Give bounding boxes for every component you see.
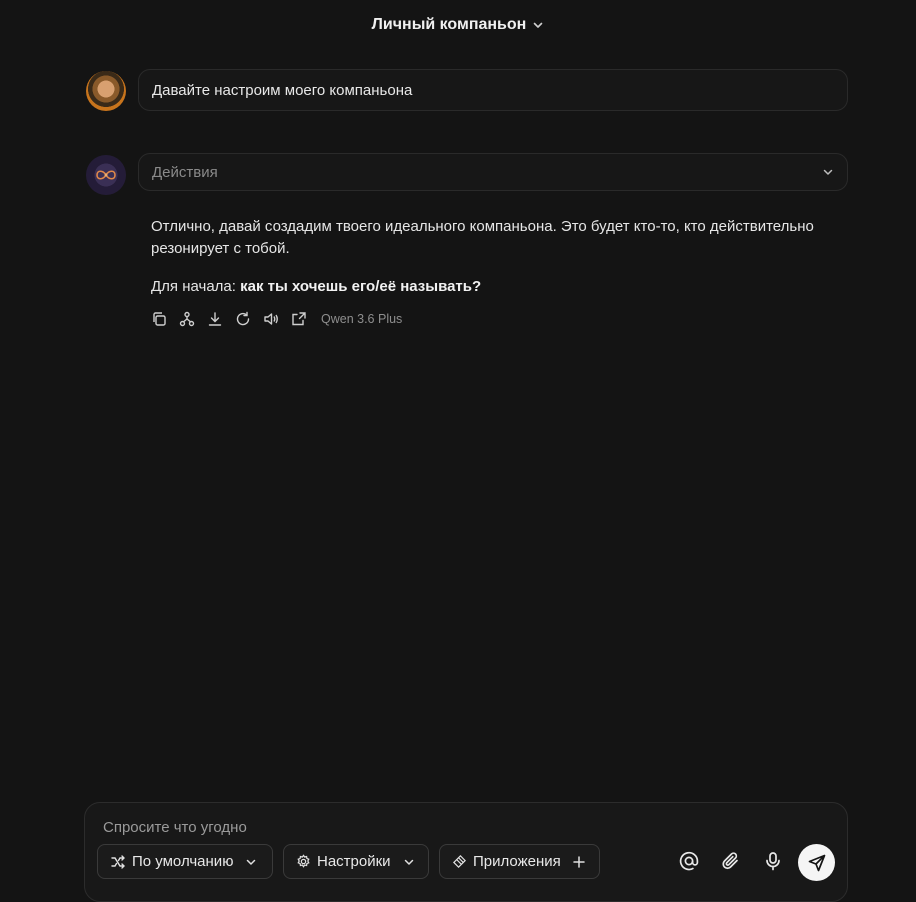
chevron-down-icon [247, 859, 256, 865]
chevron-down-icon [823, 169, 833, 175]
user-avatar [86, 71, 126, 111]
attach-button[interactable] [717, 847, 745, 875]
settings-dropdown[interactable]: Настройки [283, 844, 429, 879]
share-branch-icon [179, 311, 195, 327]
download-icon [208, 312, 222, 326]
assistant-logo-icon [96, 170, 116, 180]
chevron-down-icon [534, 22, 543, 28]
speaker-icon [264, 313, 278, 325]
branch-button[interactable] [179, 309, 195, 329]
user-message-bubble: Давайте настроим моего компаньона [138, 69, 848, 111]
assistant-paragraph-prefix: Для начала: [151, 278, 241, 295]
plus-icon [573, 855, 585, 868]
mode-dropdown[interactable]: По умолчанию [97, 844, 273, 879]
actions-label: Действия [152, 163, 218, 181]
copy-button[interactable] [151, 309, 167, 329]
actions-dropdown[interactable]: Действия [138, 153, 848, 191]
user-message-text: Давайте настроим моего компаньона [152, 81, 413, 99]
download-button[interactable] [207, 309, 223, 329]
regenerate-icon [236, 311, 250, 326]
message-toolbar: Qwen 3.6 Plus [151, 309, 402, 329]
mention-button[interactable] [675, 847, 703, 875]
model-label: Qwen 3.6 Plus [321, 312, 403, 326]
gear-icon [297, 854, 310, 868]
send-button[interactable] [798, 844, 835, 881]
voice-input-button[interactable] [759, 847, 787, 875]
export-icon [292, 312, 306, 326]
chevron-down-icon [404, 859, 413, 865]
conversation-title: Личный компаньон [371, 16, 527, 33]
mode-label: По умолчанию [132, 853, 234, 870]
share-button[interactable] [291, 309, 307, 329]
conversation-title-dropdown[interactable]: Личный компаньон [0, 0, 916, 50]
apps-icon [453, 855, 466, 868]
copy-icon [153, 312, 166, 326]
paperclip-icon [722, 852, 738, 870]
assistant-paragraph: Для начала: как ты хочешь его/её называт… [151, 276, 831, 298]
at-sign-icon [679, 851, 699, 871]
chat-composer: Спросите что угодно По умолчанию Настрой… [84, 802, 848, 902]
chat-input[interactable]: Спросите что угодно [103, 819, 247, 836]
assistant-avatar [86, 155, 126, 195]
read-aloud-button[interactable] [263, 309, 279, 329]
microphone-icon [766, 852, 780, 871]
apps-button[interactable]: Приложения [439, 844, 600, 879]
assistant-paragraph: Отлично, давай создадим твоего идеальног… [151, 218, 814, 257]
regenerate-button[interactable] [235, 309, 251, 329]
settings-label: Настройки [317, 853, 391, 870]
send-icon [808, 854, 825, 871]
assistant-question: как ты хочешь его/её называть? [240, 278, 482, 295]
apps-label: Приложения [473, 853, 561, 870]
shuffle-icon [111, 854, 125, 869]
assistant-message-text: Отлично, давай создадим твоего идеальног… [151, 216, 831, 314]
